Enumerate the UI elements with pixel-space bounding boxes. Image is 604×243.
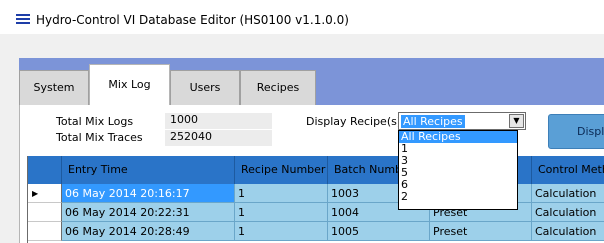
column-header-control-method[interactable]: Control Metho (532, 156, 604, 184)
app-icon (16, 14, 30, 27)
row-header[interactable] (28, 222, 62, 241)
total-mix-logs-value: 1000 (165, 113, 272, 129)
cell-control-method[interactable]: Calculation (532, 222, 604, 241)
column-header-entry-time[interactable]: Entry Time (62, 156, 235, 184)
cell-recipe-number[interactable]: 1 (235, 203, 328, 222)
row-header-corner (28, 156, 62, 184)
cell-batch-number[interactable]: 1005 (328, 222, 430, 241)
tab-system[interactable]: System (19, 70, 89, 105)
recipe-option[interactable]: All Recipes (399, 131, 517, 143)
current-row-indicator-icon[interactable]: ▶ (28, 184, 62, 203)
cell-control-method[interactable]: Calculation (532, 184, 604, 203)
tab-users[interactable]: Users (170, 70, 240, 105)
title-bar: Hydro-Control VI Database Editor (HS0100… (0, 0, 604, 34)
cell-entry-time[interactable]: 06 May 2014 20:16:17 (62, 184, 235, 203)
cell-mode[interactable]: Preset (430, 222, 532, 241)
cell-control-method[interactable]: Calculation (532, 203, 604, 222)
total-mix-traces-label: Total Mix Traces (56, 131, 143, 144)
recipe-option[interactable]: 1 (399, 143, 517, 155)
total-mix-traces-value: 252040 (165, 130, 272, 146)
recipe-option[interactable]: 5 (399, 167, 517, 179)
toolbar-strip (0, 34, 604, 58)
column-header-recipe-number[interactable]: Recipe Number (235, 156, 328, 184)
recipe-option[interactable]: 3 (399, 155, 517, 167)
app-window: Hydro-Control VI Database Editor (HS0100… (0, 0, 604, 243)
cell-recipe-number[interactable]: 1 (235, 184, 328, 203)
cell-entry-time[interactable]: 06 May 2014 20:28:49 (62, 222, 235, 241)
display-button[interactable]: Displ (548, 114, 604, 149)
recipe-dropdown-list: All Recipes 1 3 5 6 2 (398, 130, 518, 210)
table-row[interactable]: 06 May 2014 20:28:49 1 1005 Preset Calcu… (28, 222, 604, 241)
recipe-filter-combo[interactable]: All Recipes ▼ (398, 112, 526, 130)
window-title: Hydro-Control VI Database Editor (HS0100… (36, 13, 349, 27)
recipe-filter-selected: All Recipes (401, 115, 465, 128)
dropdown-arrow-icon[interactable]: ▼ (509, 114, 524, 128)
recipe-option[interactable]: 6 (399, 179, 517, 191)
total-mix-logs-label: Total Mix Logs (56, 115, 134, 128)
recipe-option[interactable]: 2 (399, 191, 517, 203)
cell-entry-time[interactable]: 06 May 2014 20:22:31 (62, 203, 235, 222)
tab-mix-log[interactable]: Mix Log (89, 64, 170, 106)
display-recipes-label: Display Recipe(s) (306, 115, 402, 128)
row-header[interactable] (28, 203, 62, 222)
tab-recipes[interactable]: Recipes (240, 70, 316, 105)
cell-recipe-number[interactable]: 1 (235, 222, 328, 241)
